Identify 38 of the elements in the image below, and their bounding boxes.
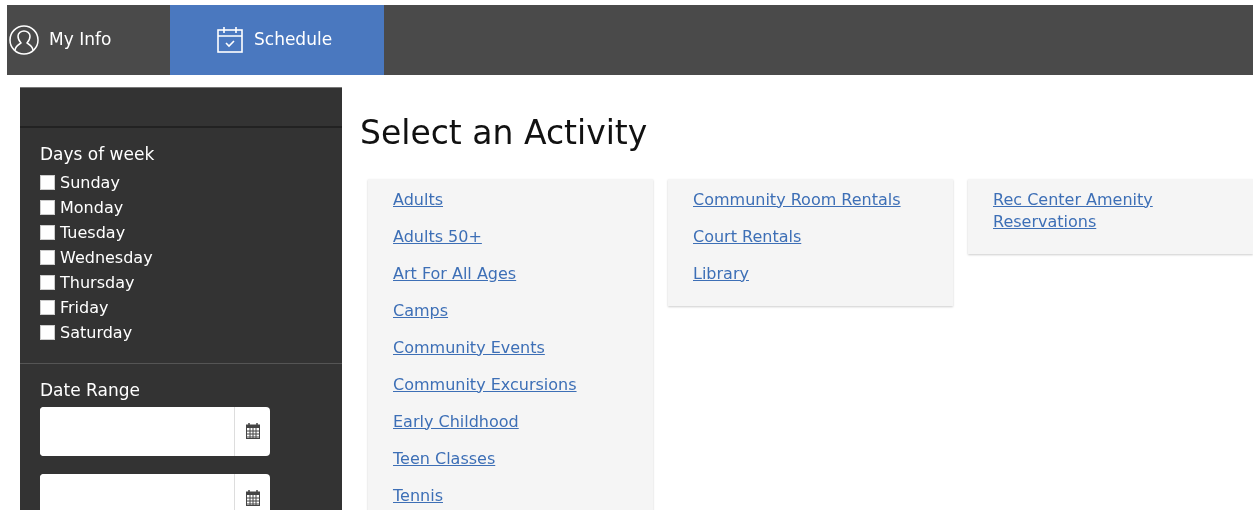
checkbox-label[interactable]: Wednesday — [60, 245, 153, 271]
checkbox-label[interactable]: Monday — [60, 195, 124, 221]
checkbox[interactable] — [40, 200, 55, 216]
person-icon — [9, 25, 39, 55]
activity-link[interactable]: Community Events — [393, 336, 545, 359]
activity-link[interactable]: Community Room Rentals — [693, 188, 901, 211]
activity-link[interactable]: Library — [693, 262, 749, 285]
date-field[interactable] — [40, 406, 270, 456]
page-title: Select an Activity — [360, 113, 649, 153]
checkbox-label[interactable]: Tuesday — [60, 220, 126, 246]
activity-link[interactable]: Community Excursions — [393, 373, 577, 396]
calendar-icon — [216, 26, 244, 54]
checkbox-label[interactable]: Saturday — [60, 320, 133, 346]
activity-link[interactable]: Art For All Ages — [393, 262, 517, 285]
checkbox[interactable] — [40, 175, 55, 191]
activity-link[interactable]: Early Childhood — [393, 410, 519, 433]
checkbox-label[interactable]: Thursday — [60, 270, 135, 296]
calendar-icon[interactable] — [245, 490, 260, 507]
activity-link[interactable]: Court Rentals — [693, 225, 802, 248]
nav-tab[interactable]: Schedule — [170, 5, 385, 75]
section-heading: Date Range — [40, 380, 141, 401]
activity-link[interactable]: Camps — [393, 299, 449, 322]
checkbox[interactable] — [40, 325, 55, 341]
checkbox[interactable] — [40, 250, 55, 266]
date-field[interactable] — [40, 473, 270, 510]
activity-link[interactable]: Adults 50+ — [393, 225, 482, 248]
activity-link[interactable]: Adults — [393, 188, 443, 211]
checkbox[interactable] — [40, 300, 55, 316]
activity-link[interactable]: Teen Classes — [393, 447, 496, 470]
activity-link[interactable]: Tennis — [393, 484, 443, 507]
section-heading: Days of week — [40, 144, 156, 165]
calendar-icon[interactable] — [245, 423, 260, 440]
checkbox-label[interactable]: Sunday — [60, 170, 120, 196]
checkbox[interactable] — [40, 225, 55, 241]
checkbox[interactable] — [40, 275, 55, 291]
activity-link[interactable]: Rec Center Amenity Reservations — [993, 188, 1253, 233]
checkbox-label[interactable]: Friday — [60, 295, 109, 321]
nav-tab[interactable]: My Info — [7, 5, 170, 75]
